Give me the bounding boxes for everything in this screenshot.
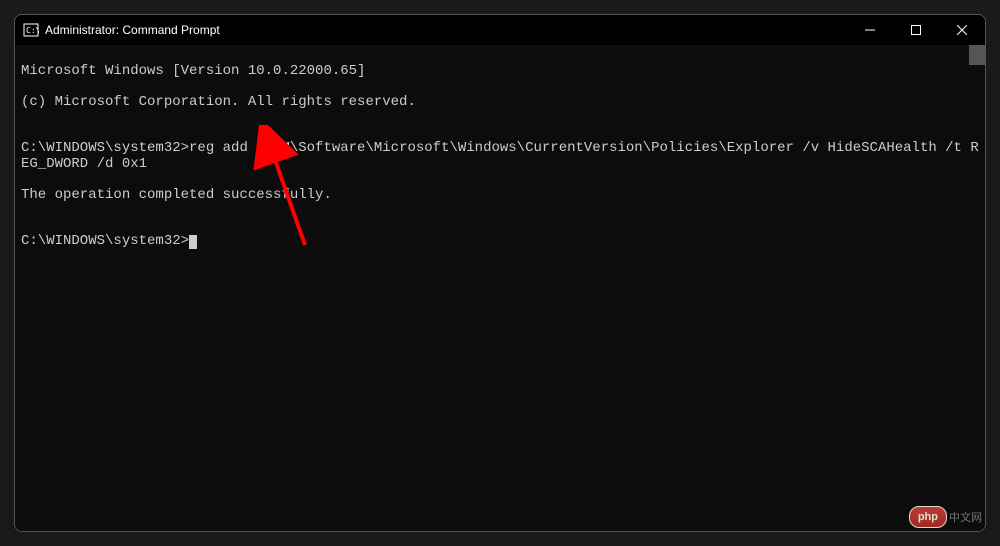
scrollbar-thumb[interactable]	[969, 45, 985, 65]
cmd-icon: C:\	[23, 22, 39, 38]
result-line: The operation completed successfully.	[21, 188, 979, 203]
titlebar[interactable]: C:\ Administrator: Command Prompt	[15, 15, 985, 45]
command-prompt-window: C:\ Administrator: Command Prompt Micros…	[14, 14, 986, 532]
command-line-1: C:\WINDOWS\system32>reg add HKLM\Softwar…	[21, 141, 979, 172]
watermark: php 中文网	[909, 506, 982, 528]
window-title: Administrator: Command Prompt	[45, 23, 220, 37]
version-line: Microsoft Windows [Version 10.0.22000.65…	[21, 64, 979, 79]
maximize-button[interactable]	[893, 15, 939, 45]
terminal-output[interactable]: Microsoft Windows [Version 10.0.22000.65…	[15, 45, 985, 531]
prompt-path: C:\WINDOWS\system32>	[21, 140, 189, 156]
minimize-button[interactable]	[847, 15, 893, 45]
command-line-2: C:\WINDOWS\system32>	[21, 234, 979, 249]
svg-text:C:\: C:\	[26, 26, 39, 35]
prompt-path: C:\WINDOWS\system32>	[21, 233, 189, 249]
cursor	[189, 235, 197, 249]
window-controls	[847, 15, 985, 45]
copyright-line: (c) Microsoft Corporation. All rights re…	[21, 95, 979, 110]
close-button[interactable]	[939, 15, 985, 45]
watermark-text: 中文网	[949, 509, 982, 525]
watermark-badge: php	[909, 506, 947, 528]
